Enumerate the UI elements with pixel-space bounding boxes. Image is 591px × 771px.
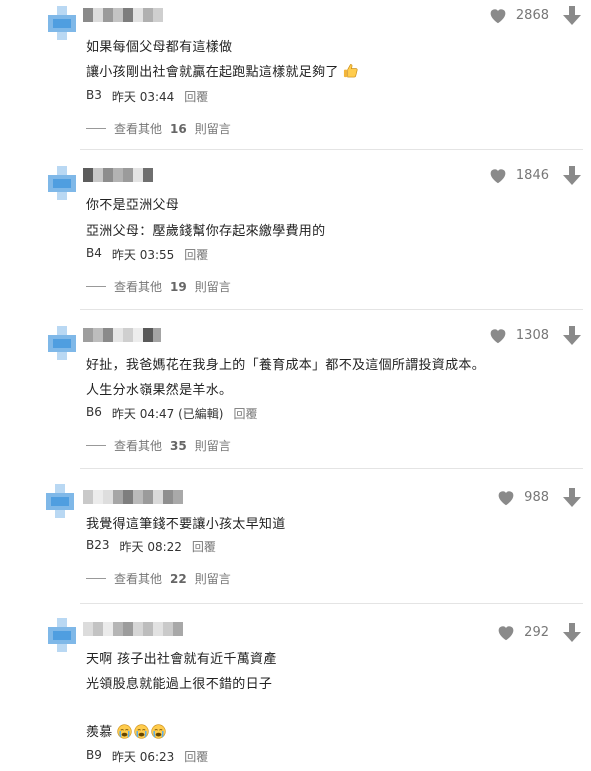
username-blurred[interactable]: [83, 328, 161, 342]
edited-label: (已編輯): [178, 407, 224, 421]
username-blurred[interactable]: [83, 8, 163, 22]
reply-button[interactable]: 回覆: [184, 246, 208, 263]
like-count: 292: [524, 624, 549, 640]
divider-dash: [86, 578, 106, 579]
view-more-replies-link[interactable]: 查看其他 35 則留言: [86, 437, 231, 454]
down-arrow-icon[interactable]: [563, 6, 581, 26]
reply-button[interactable]: 回覆: [192, 538, 216, 555]
like-count: 2868: [515, 7, 549, 23]
heart-icon[interactable]: [488, 6, 508, 24]
divider-dash: [86, 286, 106, 287]
avatar[interactable]: [48, 618, 76, 652]
comment-meta: B3 昨天 03:44 回覆: [86, 88, 208, 105]
crying-face-emoji: [117, 724, 132, 739]
timestamp: 昨天 03:55: [111, 248, 175, 262]
timestamp: 昨天 03:44: [111, 90, 175, 104]
comment-text-line: 你不是亞洲父母: [86, 198, 180, 213]
like-group[interactable]: 1308: [488, 326, 549, 344]
comment-text-line: 光領股息就能過上很不錯的日子: [86, 677, 273, 692]
comment-item: 292 天啊 孩子出社會就有近千萬資產 光領股息就能過上很不錯的日子 羨慕 B9…: [0, 618, 591, 771]
comment-text-line: 羨慕: [86, 721, 168, 740]
username-blurred[interactable]: [83, 490, 183, 504]
floor-number: B3: [86, 88, 102, 102]
comment-divider: [80, 468, 583, 469]
like-count: 1846: [515, 167, 549, 183]
comment-text-line: 如果每個父母都有這樣做: [86, 40, 233, 55]
comment-text-line: 亞洲父母：壓歲錢幫你存起來繳學費用的: [86, 224, 326, 239]
comment-divider: [80, 149, 583, 150]
like-group[interactable]: 1846: [488, 166, 549, 184]
avatar[interactable]: [46, 484, 74, 518]
comment-divider: [80, 309, 583, 310]
down-arrow-icon[interactable]: [563, 326, 581, 346]
comment-text-line: 我覺得這筆錢不要讓小孩太早知道: [86, 517, 286, 532]
floor-number: B4: [86, 246, 102, 260]
comment-meta: B9 昨天 06:23 回覆: [86, 748, 208, 765]
like-count: 1308: [515, 327, 549, 343]
heart-icon[interactable]: [496, 488, 516, 506]
comment-text-line: 人生分水嶺果然是羊水。: [86, 383, 233, 398]
view-more-replies-link[interactable]: 查看其他 16 則留言: [86, 120, 231, 137]
comment-item: 2868 如果每個父母都有這樣做 讓小孩剛出社會就贏在起跑點這樣就足夠了 B3 …: [0, 6, 591, 146]
comment-item: 1308 好扯，我爸媽花在我身上的「養育成本」都不及這個所謂投資成本。 人生分水…: [0, 326, 591, 466]
like-group[interactable]: 988: [496, 488, 549, 506]
comment-meta: B6 昨天 04:47 (已編輯) 回覆: [86, 405, 258, 422]
reply-button[interactable]: 回覆: [233, 405, 257, 422]
timestamp: 昨天 04:47: [111, 407, 175, 421]
reply-button[interactable]: 回覆: [184, 88, 208, 105]
crying-face-emoji: [134, 724, 149, 739]
heart-icon[interactable]: [488, 166, 508, 184]
divider-dash: [86, 128, 106, 129]
username-blurred[interactable]: [83, 168, 153, 182]
comment-item: 988 我覺得這筆錢不要讓小孩太早知道 B23 昨天 08:22 回覆 查看其他…: [0, 484, 591, 594]
heart-icon[interactable]: [496, 623, 516, 641]
comment-text-line: 讓小孩剛出社會就贏在起跑點這樣就足夠了: [86, 61, 358, 80]
like-group[interactable]: 2868: [488, 6, 549, 24]
like-count: 988: [524, 489, 549, 505]
floor-number: B9: [86, 748, 102, 762]
avatar[interactable]: [48, 6, 76, 40]
view-more-replies-link[interactable]: 查看其他 19 則留言: [86, 278, 231, 295]
comment-text-line: 好扯，我爸媽花在我身上的「養育成本」都不及這個所謂投資成本。: [86, 358, 486, 373]
timestamp: 昨天 08:22: [119, 540, 182, 554]
reply-button[interactable]: 回覆: [184, 748, 208, 765]
comment-meta: B23 昨天 08:22 回覆: [86, 538, 216, 555]
like-group[interactable]: 292: [496, 623, 549, 641]
comment-item: 1846 你不是亞洲父母 亞洲父母：壓歲錢幫你存起來繳學費用的 B4 昨天 03…: [0, 166, 591, 306]
crying-face-emoji: [151, 724, 166, 739]
username-blurred[interactable]: [83, 622, 183, 636]
heart-icon[interactable]: [488, 326, 508, 344]
comment-text-line: 天啊 孩子出社會就有近千萬資產: [86, 652, 277, 667]
thumbs-up-emoji: [344, 64, 358, 78]
comment-divider: [80, 603, 583, 604]
timestamp: 昨天 06:23: [111, 750, 175, 764]
view-more-replies-link[interactable]: 查看其他 22 則留言: [86, 570, 231, 587]
down-arrow-icon[interactable]: [563, 166, 581, 186]
avatar[interactable]: [48, 166, 76, 200]
down-arrow-icon[interactable]: [563, 623, 581, 643]
comment-meta: B4 昨天 03:55 回覆: [86, 246, 208, 263]
avatar[interactable]: [48, 326, 76, 360]
down-arrow-icon[interactable]: [563, 488, 581, 508]
floor-number: B23: [86, 538, 110, 552]
floor-number: B6: [86, 405, 102, 419]
divider-dash: [86, 445, 106, 446]
